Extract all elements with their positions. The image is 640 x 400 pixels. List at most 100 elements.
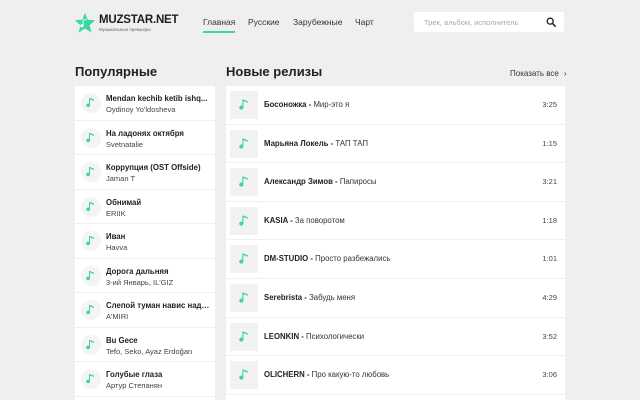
release-duration: 1:18 (542, 215, 557, 225)
music-note-icon (81, 300, 101, 320)
music-note-icon (81, 334, 101, 355)
track-artist: Havva (106, 243, 128, 252)
release-item[interactable]: KASIA - За поворотом 1:18 (226, 202, 565, 241)
music-note-icon (81, 265, 101, 286)
releases-title: Новые релизы (226, 64, 323, 79)
nav-item-home[interactable]: Главная (203, 17, 236, 33)
music-note-icon (230, 206, 258, 235)
show-all-link[interactable]: Показать все › (510, 69, 567, 78)
popular-list: Mendan kechib ketib ishq... Oydinoy Yo'ld… (75, 86, 215, 400)
release-duration: 1:15 (542, 138, 557, 148)
track-artist: A'MIRI (106, 312, 129, 321)
music-note-icon (230, 91, 258, 119)
release-duration: 3:06 (542, 370, 557, 380)
release-duration: 4:29 (542, 293, 557, 302)
track-artist: Jaman T (106, 174, 136, 183)
release-artist: Марьяна Локель (264, 138, 329, 148)
track-artist: ERIIK (106, 208, 126, 218)
release-text: Александр Зимов - Папиросы (264, 177, 377, 186)
release-item[interactable]: Марьяна Локель - ТАП ТАП 1:15 (226, 125, 565, 164)
music-note-icon (230, 129, 258, 158)
track-title: Mendan kechib ketib ishq... (106, 94, 208, 103)
release-item[interactable]: Serebrista - Забудь меня 4:29 (226, 279, 565, 318)
search-box (414, 12, 564, 32)
popular-item[interactable]: Иван Havva (75, 224, 215, 259)
nav-item-foreign[interactable]: Зарубежные (293, 17, 342, 33)
release-item[interactable]: OLICHERN - Про какую-то любовь 3:06 (226, 356, 565, 395)
search-input[interactable] (414, 12, 542, 32)
music-note-icon (230, 284, 258, 312)
track-artist: Tefo, Seko, Ayaz Erdoğan (106, 346, 193, 356)
track-title: Bu Gece (106, 335, 138, 345)
music-note-icon (81, 369, 101, 389)
chevron-right-icon: › (563, 69, 567, 78)
release-separator: - (287, 215, 295, 225)
track-title: Иван (106, 232, 126, 241)
release-text: Босоножка - Мир-это я (264, 100, 349, 109)
popular-item[interactable]: Обнимай ERIIK (75, 190, 215, 224)
nav-item-russian[interactable]: Русские (248, 17, 280, 33)
nav-item-chart[interactable]: Чарт (355, 17, 374, 33)
release-duration: 3:21 (542, 177, 557, 187)
release-track: Про какую-то любовь (311, 370, 390, 380)
track-artist: 3-ий Январь, IL'GIZ (106, 277, 174, 287)
track-artist: Артур Степанян (106, 381, 162, 390)
release-artist: DM-STUDIO (264, 254, 309, 264)
release-artist: OLICHERN (264, 370, 305, 380)
release-duration: 3:52 (542, 331, 557, 341)
release-duration: 1:01 (542, 254, 557, 264)
popular-item[interactable]: Голубые глаза Артур Степанян (75, 362, 215, 397)
music-note-icon (230, 361, 258, 390)
track-title: Коррупция (OST Offside) (106, 163, 201, 172)
release-item[interactable]: DM-STUDIO - Просто разбежались 1:01 (226, 240, 565, 279)
release-artist: Александр Зимов (264, 177, 333, 187)
music-note-icon (230, 168, 258, 197)
music-note-icon (81, 231, 101, 251)
track-title: Слепой туман навис над ... (106, 301, 210, 310)
logo-subtitle: Музыкальные премьеры (99, 27, 151, 32)
release-artist: KASIA (264, 215, 288, 225)
release-text: KASIA - За поворотом (264, 216, 345, 225)
popular-item[interactable]: Дорога дальняя 3-ий Январь, IL'GIZ (75, 259, 215, 293)
track-artist: Oydinoy Yo'ldosheva (106, 105, 176, 114)
release-separator: - (299, 331, 307, 341)
show-all-label: Показать все (510, 69, 559, 78)
release-track: За поворотом (294, 215, 345, 225)
popular-item[interactable]: Слепой туман навис над ... A'MIRI (75, 293, 215, 328)
popular-item[interactable]: Коррупция (OST Offside) Jaman T (75, 155, 215, 190)
popular-item[interactable]: Mendan kechib ketib ishq... Oydinoy Yo'ld… (75, 86, 215, 121)
popular-item[interactable]: На ладонях октября Svetnatalie (75, 121, 215, 155)
release-track: Просто разбежались (315, 254, 391, 264)
track-artist: Svetnatalie (106, 139, 144, 149)
release-track: Забудь меня (309, 293, 356, 302)
release-artist: Босоножка (264, 100, 307, 109)
release-item[interactable]: LEONKIN - Психологически 3:52 (226, 318, 565, 357)
release-text: Марьяна Локель - ТАП ТАП (264, 139, 368, 148)
release-item[interactable]: Босоножка - Мир-это я 3:25 (226, 86, 565, 125)
music-note-icon (230, 322, 258, 351)
release-text: LEONKIN - Психологически (264, 332, 364, 341)
release-track: Психологически (306, 331, 365, 341)
popular-item[interactable]: Bu Gece Tefo, Seko, Ayaz Erdoğan (75, 328, 215, 362)
release-text: OLICHERN - Про какую-то любовь (264, 370, 389, 379)
release-duration: 3:25 (542, 100, 557, 109)
release-separator: - (332, 177, 340, 187)
track-title: На ладонях октября (106, 128, 184, 138)
music-note-icon (81, 162, 101, 182)
header: MUZSTAR.NET Музыкальные премьеры Главная… (0, 0, 640, 44)
search-icon[interactable] (546, 17, 556, 27)
release-artist: Serebrista (264, 293, 303, 302)
release-text: DM-STUDIO - Просто разбежались (264, 254, 390, 263)
track-title: Обнимай (106, 197, 142, 207)
star-logo-icon (74, 12, 96, 33)
music-note-icon (81, 127, 101, 148)
release-track: Мир-это я (313, 100, 350, 109)
release-artist: LEONKIN (264, 331, 300, 341)
releases-list: Босоножка - Мир-это я 3:25 Марьяна Локель … (226, 86, 565, 400)
popular-title: Популярные (75, 64, 158, 79)
music-note-icon (230, 245, 258, 274)
logo[interactable]: MUZSTAR.NET Музыкальные премьеры (74, 12, 179, 36)
track-title: Голубые глаза (106, 370, 163, 379)
release-item[interactable]: Александр Зимов - Папиросы 3:21 (226, 163, 565, 202)
release-track: Папиросы (339, 177, 377, 187)
